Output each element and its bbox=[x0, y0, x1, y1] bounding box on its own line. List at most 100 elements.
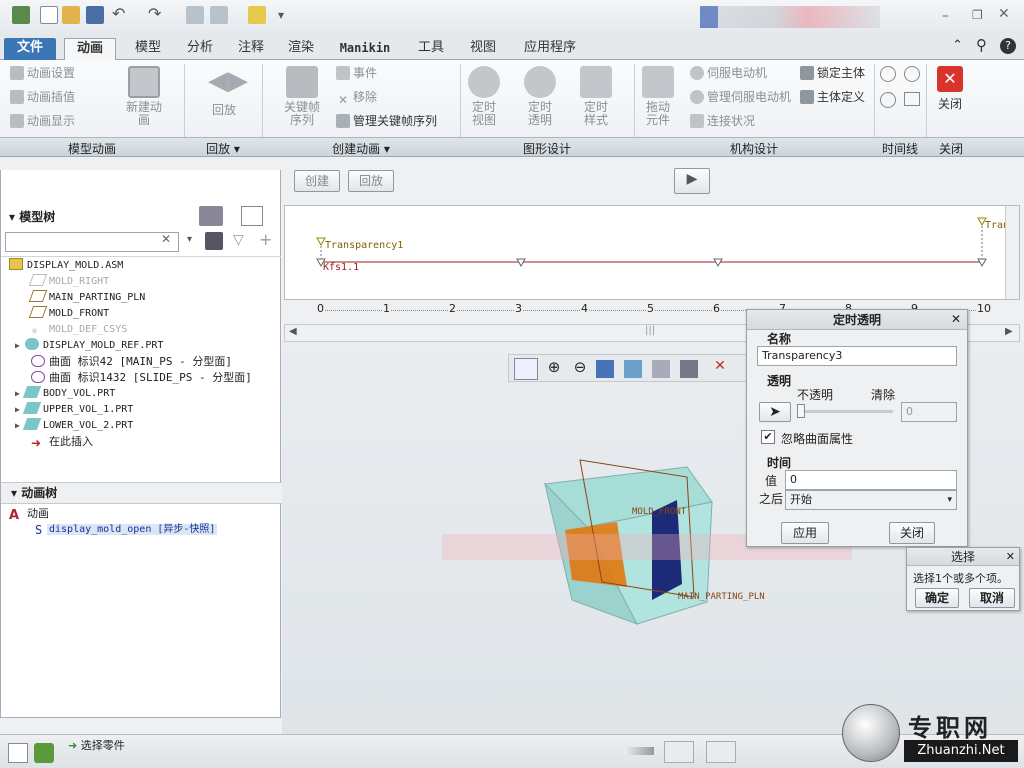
tab-model[interactable]: 模型 bbox=[124, 38, 172, 60]
display-style-icon[interactable] bbox=[624, 360, 642, 378]
timeline-frame-icon[interactable] bbox=[904, 92, 920, 106]
cube-status-icon[interactable] bbox=[706, 741, 736, 763]
tree-row-datum[interactable]: MAIN_PARTING_PLN bbox=[28, 290, 145, 306]
group-label-create[interactable]: 创建动画 ▾ bbox=[262, 140, 460, 157]
tree-search-input[interactable] bbox=[5, 232, 179, 252]
close-button[interactable]: 关闭 bbox=[889, 522, 935, 544]
create-button[interactable]: 创建 bbox=[294, 170, 340, 192]
transparency-slider[interactable] bbox=[797, 410, 893, 413]
name-input[interactable]: Transparency3 bbox=[757, 346, 957, 366]
close-window-icon[interactable] bbox=[248, 6, 266, 24]
zoom-in-icon[interactable]: ⊕ bbox=[542, 358, 566, 380]
tab-view[interactable]: 视图 bbox=[460, 38, 506, 60]
expand-icon[interactable]: ▶ bbox=[15, 338, 25, 354]
window-close-icon[interactable]: ✕ bbox=[998, 6, 1010, 22]
keyframe-sequence-button[interactable]: 关键帧 序列 bbox=[276, 66, 328, 127]
tree-row-datum[interactable]: MOLD_FRONT bbox=[28, 306, 109, 322]
scroll-left-icon[interactable]: ◀ bbox=[289, 326, 297, 337]
tab-file[interactable]: 文件 bbox=[4, 38, 56, 60]
help-icon[interactable]: ? bbox=[1000, 38, 1016, 54]
select-dialog-close-icon[interactable]: ✕ bbox=[1006, 550, 1015, 563]
remove-button[interactable]: ✕ 移除 bbox=[336, 88, 377, 107]
after-select[interactable]: 开始 ▾ bbox=[785, 490, 957, 510]
tab-manikin[interactable]: Manikin bbox=[330, 38, 400, 60]
clear-search-icon[interactable]: ✕ bbox=[161, 232, 171, 246]
anim-tree-root[interactable]: A 动画 bbox=[9, 506, 49, 522]
manage-servo-button[interactable]: 管理伺服电动机 bbox=[690, 88, 791, 106]
scroll-right-icon[interactable]: ▶ bbox=[1005, 326, 1013, 337]
regenerate-icon[interactable] bbox=[186, 6, 204, 24]
windows-icon[interactable] bbox=[210, 6, 228, 24]
filter-icon[interactable]: ▽ bbox=[233, 232, 244, 248]
tab-render[interactable]: 渲染 bbox=[278, 38, 324, 60]
slider-thumb[interactable] bbox=[797, 404, 805, 418]
group-label-playback[interactable]: 回放 ▾ bbox=[184, 140, 262, 157]
timeline-scrollbar[interactable] bbox=[1005, 206, 1019, 299]
dialog-close-icon[interactable]: ✕ bbox=[951, 312, 961, 326]
tree-row-insert-here[interactable]: ➜ 在此插入 bbox=[31, 434, 93, 450]
app-icon[interactable] bbox=[12, 6, 30, 24]
saved-views-icon[interactable] bbox=[652, 360, 670, 378]
refit-icon[interactable] bbox=[514, 358, 538, 380]
customize-toolbar-icon[interactable]: ▾ bbox=[278, 6, 296, 24]
playback-button[interactable]: ◀▶ 回放 bbox=[196, 66, 252, 117]
scroll-thumb[interactable]: ||| bbox=[645, 325, 655, 336]
tree-row-part[interactable]: ▶ DISPLAY_MOLD_REF.PRT bbox=[15, 338, 163, 354]
datum-display-icon[interactable]: ✕ bbox=[708, 358, 732, 380]
repaint-icon[interactable] bbox=[596, 360, 614, 378]
tree-row-part[interactable]: ▶ BODY_VOL.PRT bbox=[15, 386, 115, 402]
body-definition-button[interactable]: 主体定义 bbox=[800, 88, 865, 106]
tree-row-part[interactable]: ▶ LOWER_VOL_2.PRT bbox=[15, 418, 133, 434]
ignore-surface-checkbox[interactable]: ✔ bbox=[761, 430, 775, 444]
connection-status-button[interactable]: 连接状况 bbox=[690, 112, 755, 130]
tree-row-assembly[interactable]: DISPLAY_MOLD.ASM bbox=[9, 258, 123, 274]
zoom-out-timeline-icon[interactable] bbox=[904, 66, 920, 82]
tree-row-csys[interactable]: ✳ MOLD_DEF_CSYS bbox=[31, 322, 127, 338]
minimize-icon[interactable]: – bbox=[942, 8, 949, 24]
show-browser-icon[interactable] bbox=[34, 743, 54, 763]
new-file-icon[interactable] bbox=[40, 6, 58, 24]
restore-icon[interactable]: ❐ bbox=[972, 8, 983, 22]
select-arrow-icon[interactable]: ➤ bbox=[759, 402, 791, 422]
redo-icon[interactable]: ↷ bbox=[148, 6, 166, 24]
zoom-out-icon[interactable]: ⊖ bbox=[568, 358, 592, 380]
select-cancel-button[interactable]: 取消 bbox=[969, 588, 1015, 608]
close-ribbon-button[interactable]: ✕ 关闭 bbox=[932, 66, 968, 111]
search-dropdown-icon[interactable]: ▾ bbox=[187, 234, 192, 245]
tree-row-surface[interactable]: 曲面 标识1432 [SLIDE_PS - 分型面] bbox=[31, 370, 252, 386]
timed-view-button[interactable]: 定时 视图 bbox=[464, 66, 504, 127]
anim-settings[interactable]: 动画设置 bbox=[10, 64, 75, 82]
playback-sub-button[interactable]: 回放 bbox=[348, 170, 394, 192]
add-column-icon[interactable]: + bbox=[259, 230, 272, 249]
new-animation-button[interactable]: 新建动 画 bbox=[116, 66, 172, 127]
tree-row-surface[interactable]: 曲面 标识42 [MAIN_PS - 分型面] bbox=[31, 354, 232, 370]
tab-tools[interactable]: 工具 bbox=[408, 38, 454, 60]
timed-style-button[interactable]: 定时 样式 bbox=[576, 66, 616, 127]
timed-transparency-button[interactable]: 定时 透明 bbox=[520, 66, 560, 127]
transparency-value-input[interactable]: 0 bbox=[901, 402, 957, 422]
anim-interpolation[interactable]: 动画插值 bbox=[10, 88, 75, 106]
anim-tree-header[interactable]: ▾ 动画树 bbox=[1, 482, 282, 504]
keyframe-marker[interactable] bbox=[316, 237, 326, 247]
select-ok-button[interactable]: 确定 bbox=[915, 588, 959, 608]
collapse-ribbon-icon[interactable]: ⌃ bbox=[952, 38, 963, 53]
tab-analysis[interactable]: 分析 bbox=[176, 38, 224, 60]
tree-settings-icon[interactable] bbox=[199, 206, 223, 226]
show-navigator-icon[interactable] bbox=[8, 743, 28, 763]
refit-timeline-icon[interactable] bbox=[880, 92, 896, 108]
tree-columns-icon[interactable] bbox=[241, 206, 263, 226]
event-button[interactable]: 事件 bbox=[336, 64, 377, 82]
anim-display[interactable]: 动画显示 bbox=[10, 112, 75, 130]
save-icon[interactable] bbox=[86, 6, 104, 24]
binoculars-status-icon[interactable] bbox=[664, 741, 694, 763]
tree-row-part[interactable]: ▶ UPPER_VOL_1.PRT bbox=[15, 402, 133, 418]
search-icon[interactable]: ⚲ bbox=[976, 36, 987, 54]
lock-body-button[interactable]: 锁定主体 bbox=[800, 64, 865, 82]
tree-row-datum[interactable]: MOLD_RIGHT bbox=[28, 274, 109, 290]
play-icon[interactable]: ▶ bbox=[674, 168, 710, 194]
undo-icon[interactable]: ↶ bbox=[112, 6, 130, 24]
manage-keyframe-button[interactable]: 管理关键帧序列 bbox=[336, 112, 437, 130]
apply-button[interactable]: 应用 bbox=[781, 522, 829, 544]
tab-animation[interactable]: 动画 bbox=[64, 38, 116, 60]
binoculars-icon[interactable] bbox=[205, 232, 223, 250]
